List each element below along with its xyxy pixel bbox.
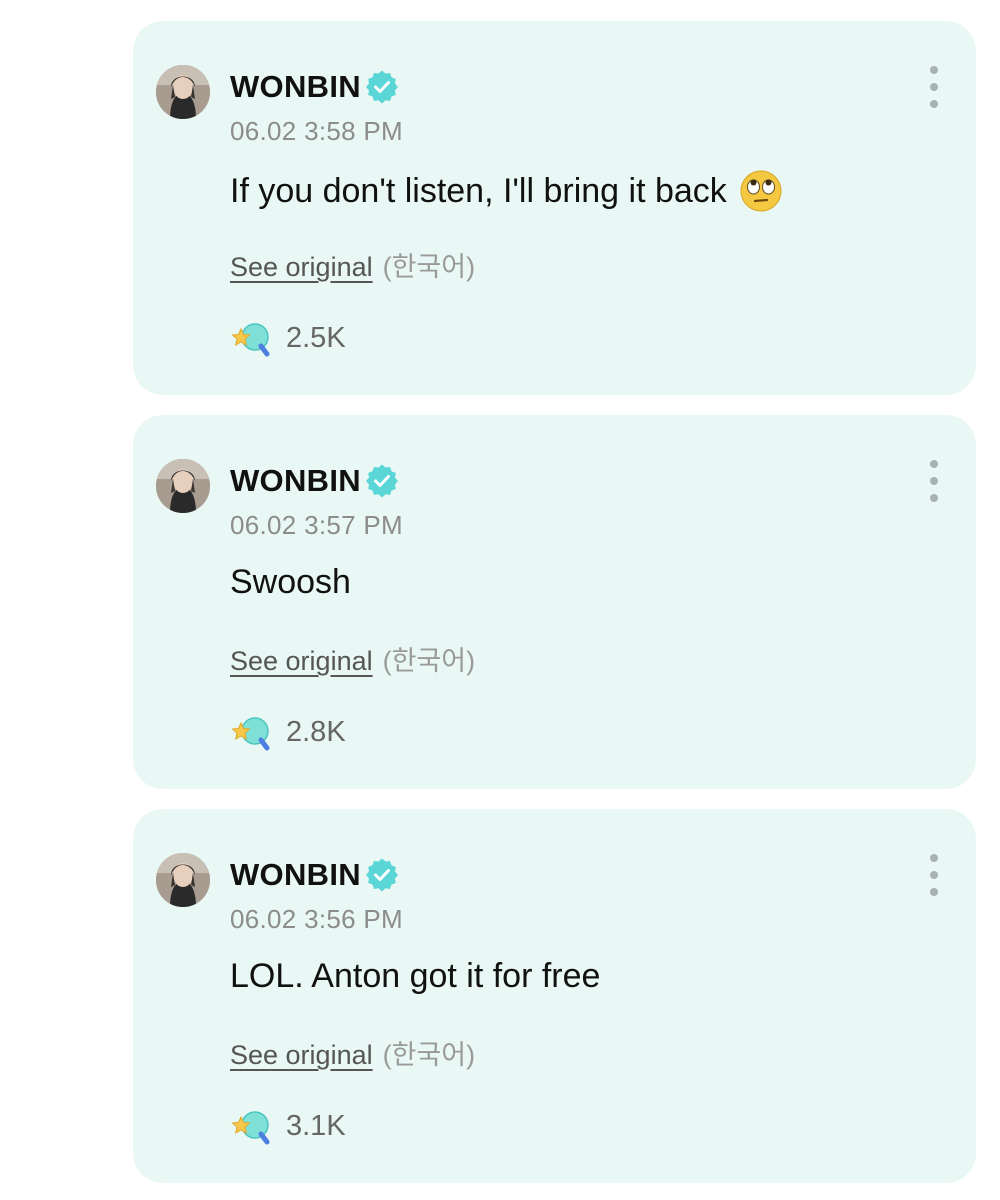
original-language-label: (한국어): [382, 1040, 476, 1070]
reaction-row[interactable]: 3.1K: [230, 1104, 346, 1148]
reaction-icon[interactable]: [230, 710, 274, 754]
verified-badge-icon: [365, 70, 398, 104]
author-row: WONBIN: [230, 855, 399, 895]
post-text: If you don't listen, I'll bring it back: [230, 169, 783, 213]
post-text: Swoosh: [230, 563, 351, 602]
original-language-label: (한국어): [382, 252, 476, 282]
see-original-link[interactable]: See original: [230, 252, 373, 283]
post-text-content: LOL. Anton got it for free: [230, 957, 601, 995]
post-card[interactable]: WONBIN 06.02 3:56 PM LOL. Anton got it f…: [133, 809, 976, 1183]
avatar[interactable]: [156, 65, 210, 119]
see-original-row: See original (한국어): [230, 245, 475, 284]
reaction-count: 2.5K: [286, 321, 346, 354]
eye-roll-emoji-icon: [740, 170, 782, 212]
avatar[interactable]: [156, 459, 210, 513]
author-name: WONBIN: [230, 69, 361, 104]
post-timestamp: 06.02 3:57 PM: [230, 510, 404, 540]
more-vertical-icon[interactable]: [922, 459, 946, 503]
author-row: WONBIN: [230, 67, 399, 107]
post-card[interactable]: WONBIN 06.02 3:57 PM Swoosh See original…: [133, 415, 976, 789]
verified-badge-icon: [365, 858, 398, 892]
post-timestamp: 06.02 3:58 PM: [230, 116, 404, 146]
avatar[interactable]: [156, 853, 210, 907]
more-vertical-icon[interactable]: [922, 853, 946, 897]
reaction-count: 3.1K: [286, 1109, 346, 1142]
post-text: LOL. Anton got it for free: [230, 957, 600, 996]
author-name: WONBIN: [230, 857, 361, 892]
see-original-row: See original (한국어): [230, 639, 475, 678]
reaction-icon[interactable]: [230, 316, 274, 360]
reaction-icon[interactable]: [230, 1104, 274, 1148]
post-text-content: If you don't listen, I'll bring it back: [230, 171, 727, 210]
reaction-count: 2.8K: [286, 715, 346, 748]
post-timestamp: 06.02 3:56 PM: [230, 904, 404, 934]
author-name: WONBIN: [230, 463, 361, 498]
see-original-link[interactable]: See original: [230, 646, 373, 677]
author-row: WONBIN: [230, 461, 399, 501]
post-card[interactable]: WONBIN 06.02 3:58 PM If you don't listen…: [133, 21, 976, 395]
see-original-row: See original (한국어): [230, 1033, 475, 1072]
reaction-row[interactable]: 2.8K: [230, 710, 346, 754]
reaction-row[interactable]: 2.5K: [230, 316, 346, 360]
original-language-label: (한국어): [382, 646, 476, 676]
see-original-link[interactable]: See original: [230, 1040, 373, 1071]
post-text-content: Swoosh: [230, 563, 351, 601]
more-vertical-icon[interactable]: [922, 65, 946, 109]
verified-badge-icon: [365, 464, 398, 498]
